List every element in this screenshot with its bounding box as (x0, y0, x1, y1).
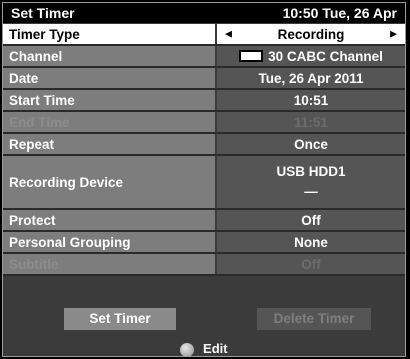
row-timer-type[interactable]: Timer Type ◀ Recording ▶ (3, 24, 405, 46)
edit-hint-label: Edit (203, 341, 228, 356)
row-repeat[interactable]: Repeat Once (3, 134, 405, 156)
date-value[interactable]: Tue, 26 Apr 2011 (217, 68, 405, 88)
row-recording-device[interactable]: Recording Device USB HDD1 — (3, 156, 405, 210)
repeat-value[interactable]: Once (217, 134, 405, 154)
channel-value[interactable]: 30 CABC Channel (217, 46, 405, 66)
recording-device-value[interactable]: USB HDD1 — (217, 156, 405, 208)
clock-date: 10:50 Tue, 26 Apr (282, 5, 397, 21)
timer-type-value[interactable]: ◀ Recording ▶ (217, 24, 405, 44)
timer-type-text: Recording (277, 26, 345, 42)
row-channel[interactable]: Channel 30 CABC Channel (3, 46, 405, 68)
personal-grouping-label: Personal Grouping (3, 232, 215, 252)
page-title: Set Timer (11, 5, 75, 21)
row-personal-grouping[interactable]: Personal Grouping None (3, 232, 405, 254)
row-subtitle: Subtitle Off (3, 254, 405, 276)
subtitle-value: Off (217, 254, 405, 274)
personal-grouping-value[interactable]: None (217, 232, 405, 252)
timer-type-label: Timer Type (3, 24, 215, 44)
row-date[interactable]: Date Tue, 26 Apr 2011 (3, 68, 405, 90)
recording-device-detail: — (304, 184, 318, 199)
set-timer-panel: Set Timer 10:50 Tue, 26 Apr Timer Type ◀… (2, 2, 406, 357)
row-start-time[interactable]: Start Time 10:51 (3, 90, 405, 112)
end-time-label: End Time (3, 112, 215, 132)
row-end-time: End Time 11:51 (3, 112, 405, 134)
set-timer-button[interactable]: Set Timer (64, 308, 176, 330)
recording-device-name: USB HDD1 (276, 164, 346, 179)
end-time-value: 11:51 (217, 112, 405, 132)
settings-list: Timer Type ◀ Recording ▶ Channel 30 CABC… (3, 24, 405, 276)
channel-text: 30 CABC Channel (268, 48, 383, 64)
channel-logo-icon (239, 50, 264, 62)
channel-label: Channel (3, 46, 215, 66)
arrow-right-icon[interactable]: ▶ (390, 29, 397, 40)
dpad-icon (180, 342, 195, 357)
title-bar: Set Timer 10:50 Tue, 26 Apr (3, 3, 405, 23)
recording-device-label: Recording Device (3, 156, 215, 208)
row-protect[interactable]: Protect Off (3, 210, 405, 232)
start-time-value[interactable]: 10:51 (217, 90, 405, 110)
protect-value[interactable]: Off (217, 210, 405, 230)
start-time-label: Start Time (3, 90, 215, 110)
date-label: Date (3, 68, 215, 88)
repeat-label: Repeat (3, 134, 215, 154)
protect-label: Protect (3, 210, 215, 230)
arrow-left-icon[interactable]: ◀ (225, 29, 232, 40)
subtitle-label: Subtitle (3, 254, 215, 274)
delete-timer-button: Delete Timer (257, 308, 371, 330)
edit-hint: Edit (3, 341, 405, 357)
